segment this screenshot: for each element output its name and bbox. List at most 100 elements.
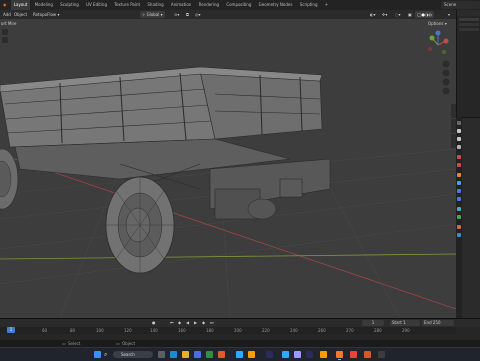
end-label: End xyxy=(424,320,432,325)
outliner-row[interactable] xyxy=(459,18,479,21)
status-object-label: Object xyxy=(122,341,136,346)
illustrator-icon[interactable] xyxy=(248,351,255,358)
view-layer-icon[interactable] xyxy=(457,145,461,149)
gizmo-neg-x-icon[interactable] xyxy=(428,47,432,51)
windows-start-icon[interactable] xyxy=(94,351,101,358)
search-icon[interactable]: ⌕ xyxy=(104,351,111,358)
tab-uv-editing[interactable]: UV Editing xyxy=(83,0,110,10)
app-red-icon[interactable] xyxy=(364,351,371,358)
photoshop-icon[interactable] xyxy=(236,351,243,358)
tool-properties-icon[interactable] xyxy=(457,121,461,125)
jump-end-icon[interactable]: ⏭ xyxy=(210,320,214,325)
app-orange-icon[interactable] xyxy=(218,351,225,358)
record-icon[interactable]: ● xyxy=(152,320,156,325)
blender-taskbar-icon[interactable] xyxy=(336,351,343,360)
3d-viewport[interactable]: ort Mire Options ▾ xyxy=(0,19,456,318)
tab-rendering[interactable]: Rendering xyxy=(196,0,222,10)
shading-modes[interactable]: ◯●◑◍ xyxy=(415,11,434,18)
tab-compositing[interactable]: Compositing xyxy=(223,0,254,10)
add-workspace-button[interactable]: + xyxy=(322,0,331,10)
transform-orientation-dropdown[interactable]: ⊹ Global ▾ xyxy=(140,11,165,18)
next-keyframe-icon[interactable]: ◆ xyxy=(202,320,205,325)
tab-modeling[interactable]: Modeling xyxy=(32,0,56,10)
outliner-row[interactable] xyxy=(459,23,479,26)
navigation-gizmo[interactable] xyxy=(427,30,449,57)
start-label: Start xyxy=(392,320,402,325)
tab-label: Animation xyxy=(170,2,192,7)
file-explorer-icon[interactable] xyxy=(182,351,189,358)
cursor-tool-icon[interactable] xyxy=(2,37,8,43)
tab-texture-paint[interactable]: Texture Paint xyxy=(111,0,143,10)
tab-animation[interactable]: Animation xyxy=(168,0,194,10)
task-view-icon[interactable] xyxy=(158,351,165,358)
gizmo-neg-y-icon[interactable] xyxy=(442,50,446,54)
jump-start-icon[interactable]: ⏮ xyxy=(170,320,174,325)
play-reverse-icon[interactable]: ◀ xyxy=(186,320,189,325)
object-menu[interactable]: Object xyxy=(12,11,29,18)
render-properties-icon[interactable] xyxy=(457,129,461,133)
scene-properties-icon[interactable] xyxy=(457,155,461,159)
gizmo-y-icon[interactable] xyxy=(429,35,435,41)
data-properties-icon[interactable] xyxy=(457,215,461,219)
tab-geometry-nodes[interactable]: Geometry Nodes xyxy=(256,0,296,10)
photoshop-alt-icon[interactable] xyxy=(282,351,289,358)
store-icon[interactable] xyxy=(194,351,201,358)
play-icon[interactable]: ▶ xyxy=(194,320,197,325)
tab-layout[interactable]: Layout xyxy=(10,0,31,10)
world-properties-icon[interactable] xyxy=(457,163,461,167)
current-frame-field[interactable]: 1 xyxy=(362,320,384,326)
app-dark-icon[interactable] xyxy=(266,351,273,358)
outliner-row[interactable] xyxy=(459,28,479,31)
material-properties-icon[interactable] xyxy=(457,225,461,229)
xray-icon[interactable]: ▣ xyxy=(406,11,414,18)
zoom-icon[interactable] xyxy=(442,60,450,68)
perspective-toggle-icon[interactable] xyxy=(442,87,450,95)
particles-icon[interactable] xyxy=(457,189,461,193)
playhead[interactable]: 1 xyxy=(7,327,15,333)
constraints-icon[interactable] xyxy=(457,207,461,211)
add-menu[interactable]: Add xyxy=(1,11,13,18)
taskbar-search-input[interactable]: Search xyxy=(113,351,153,358)
scene-selector[interactable]: Scene xyxy=(441,1,480,9)
app-green-icon[interactable] xyxy=(206,351,213,358)
gizmo-x-icon[interactable] xyxy=(443,38,449,44)
gizmo-toggle-icon[interactable]: ✣▾ xyxy=(380,11,389,18)
timeline-ruler[interactable]: 40 60 80 100 120 140 160 180 200 220 240… xyxy=(0,327,456,334)
visibility-icon[interactable]: ◐▾ xyxy=(368,11,378,18)
tab-scripting[interactable]: Scripting xyxy=(297,0,321,10)
camera-view-icon[interactable] xyxy=(442,78,450,86)
edge-icon[interactable] xyxy=(170,351,177,358)
gizmo-z-icon[interactable] xyxy=(435,30,441,36)
premiere-icon[interactable] xyxy=(306,351,313,358)
frame-tick: 60 xyxy=(42,328,48,333)
texture-properties-icon[interactable] xyxy=(457,233,461,237)
physics-icon[interactable] xyxy=(457,197,461,201)
pivot-point-icon[interactable]: ⊙▾ xyxy=(172,11,181,18)
scene-name: Scene xyxy=(444,2,457,7)
start-frame-field[interactable]: Start 1 xyxy=(390,320,420,326)
options-dropdown[interactable]: Options ▾ xyxy=(428,21,447,26)
rendered-shading-icon[interactable]: ◍ xyxy=(428,12,432,17)
tab-label: Texture Paint xyxy=(114,2,141,7)
prev-keyframe-icon[interactable]: ◆ xyxy=(178,320,181,325)
object-properties-icon[interactable] xyxy=(457,173,461,177)
tab-shading[interactable]: Shading xyxy=(144,0,166,10)
select-tool-icon[interactable] xyxy=(2,29,8,35)
blender-logo-icon[interactable]: ◉ xyxy=(0,0,10,10)
modifier-properties-icon[interactable] xyxy=(457,181,461,185)
shading-options-icon[interactable]: ▾ xyxy=(446,11,452,18)
outliner-panel[interactable] xyxy=(456,10,480,117)
retopoflow-menu[interactable]: RetopoFlow ▾ xyxy=(31,11,61,18)
chrome-icon[interactable] xyxy=(350,351,357,358)
end-frame-field[interactable]: End 250 xyxy=(422,320,454,326)
overlays-icon[interactable]: ◌▾ xyxy=(393,11,403,18)
illustrator-alt-icon[interactable] xyxy=(320,351,327,358)
proportional-edit-icon[interactable]: ◎▾ xyxy=(193,11,203,18)
output-properties-icon[interactable] xyxy=(457,137,461,141)
tab-sculpting[interactable]: Sculpting xyxy=(57,0,82,10)
terminal-icon[interactable] xyxy=(378,351,385,358)
after-effects-icon[interactable] xyxy=(294,351,301,358)
snap-icon[interactable]: ⧉ xyxy=(184,11,191,18)
pan-hand-icon[interactable] xyxy=(442,69,450,77)
timeline-panel[interactable]: ● ⏮ ◆ ◀ ▶ ◆ ⏭ 1 Start 1 End 250 40 60 80… xyxy=(0,318,480,341)
